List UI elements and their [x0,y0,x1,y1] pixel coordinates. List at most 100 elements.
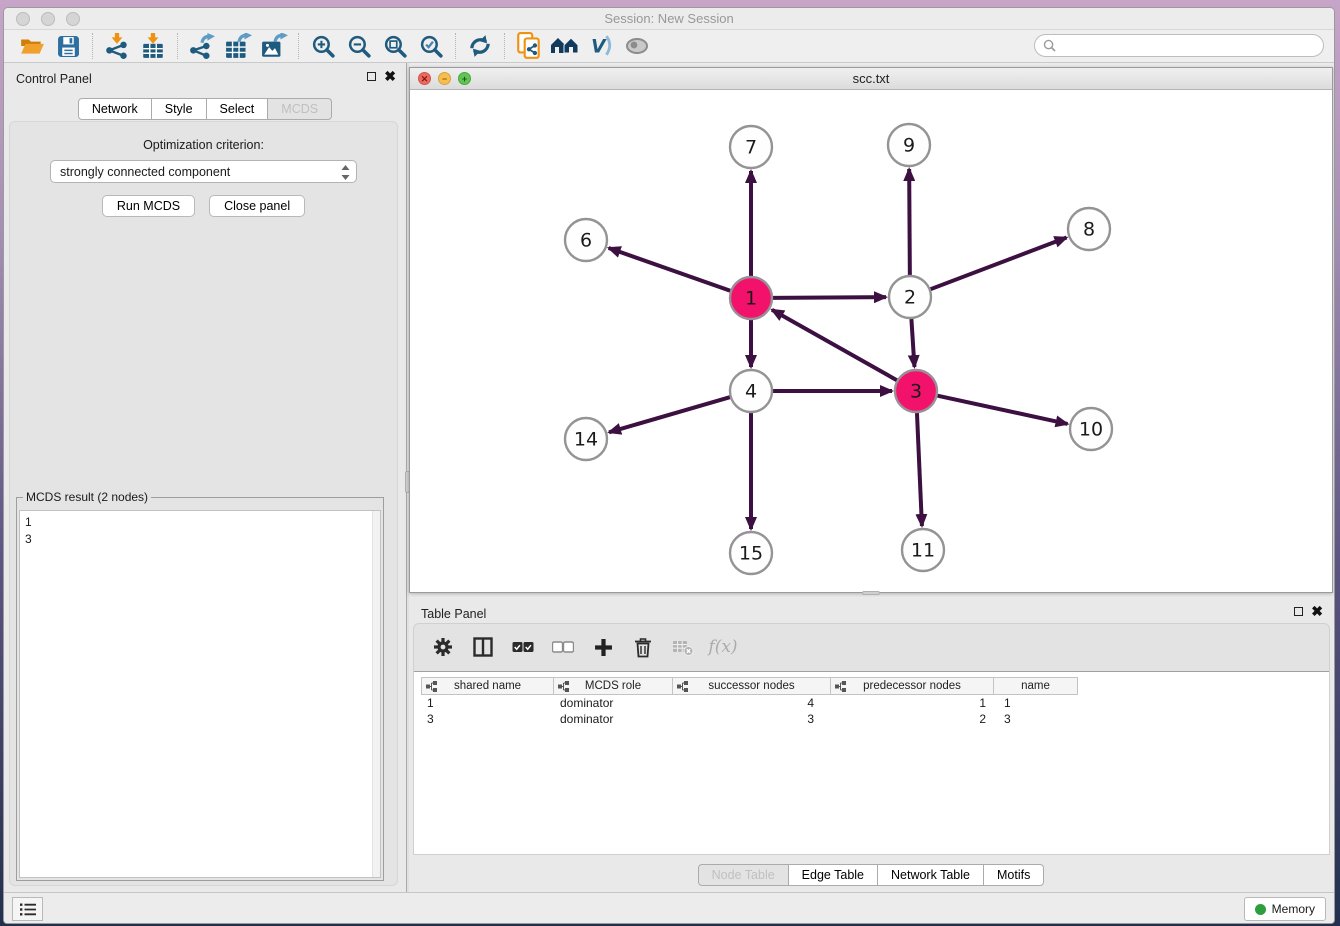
control-panel-title: Control Panel [16,72,92,86]
zoom-out-icon[interactable] [341,32,377,60]
cell-predecessor-nodes[interactable]: 2 [831,711,994,727]
memory-label: Memory [1272,902,1315,916]
import-table-icon[interactable] [135,32,171,60]
float-panel-icon[interactable] [367,72,376,81]
graph-edge-2-9[interactable] [909,169,910,275]
graph-edge-2-8[interactable] [931,238,1067,290]
graph-edge-4-14[interactable] [609,397,730,432]
tab-style[interactable]: Style [152,98,207,120]
cell-mcds-role[interactable]: dominator [554,711,673,727]
result-scrollbar[interactable] [372,511,380,877]
task-history-button[interactable] [12,897,43,921]
graph-edge-3-1[interactable] [772,310,897,380]
zoom-fit-icon[interactable] [377,32,413,60]
graph-edge-1-6[interactable] [609,248,731,291]
cell-name[interactable]: 1 [994,695,1078,711]
column-type-icon [558,681,569,692]
network-window-title: scc.txt [410,71,1332,86]
import-network-icon[interactable] [99,32,135,60]
cell-mcds-role[interactable]: dominator [554,695,673,711]
close-panel-icon[interactable]: ✖ [384,71,396,81]
cell-shared-name[interactable]: 3 [421,711,554,727]
network-canvas[interactable]: 7968124314101511 [410,90,1332,592]
table-row[interactable]: 1 dominator 4 1 1 [421,695,1078,711]
app-title: Session: New Session [4,11,1334,26]
control-panel-header: Control Panel ✖ [4,63,406,93]
tab-select[interactable]: Select [207,98,269,120]
optimization-criterion-select[interactable]: strongly connected component [50,160,357,183]
graph-node-label: 4 [745,381,757,403]
unselect-all-columns-icon[interactable] [550,634,576,660]
graph-edge-1-2[interactable] [773,297,886,298]
open-file-icon[interactable] [14,32,50,60]
cell-successor-nodes[interactable]: 3 [673,711,831,727]
graph-node-label: 3 [910,381,922,403]
export-image-icon[interactable] [256,32,292,60]
export-network-icon[interactable] [184,32,220,60]
graph-edge-3-10[interactable] [937,396,1067,424]
graph-edge-3-11[interactable] [917,413,922,526]
memory-button[interactable]: Memory [1244,897,1326,921]
mcds-result-list[interactable]: 1 3 [19,510,381,878]
tab-motifs[interactable]: Motifs [984,864,1044,886]
graph-node-label: 6 [580,230,592,252]
column-header-mcds-role[interactable]: MCDS role [554,677,673,695]
table-row[interactable]: 3 dominator 3 2 3 [421,711,1078,727]
table-panel: Table Panel ✖ [409,598,1333,892]
split-handle[interactable] [862,591,880,595]
mcds-result-title: MCDS result (2 nodes) [23,490,151,504]
toolbar-separator [298,33,299,59]
select-all-columns-icon[interactable] [510,634,536,660]
app-titlebar: Session: New Session [4,8,1334,30]
graph-node-label: 11 [911,540,935,562]
settings-gear-icon[interactable] [430,634,456,660]
table-toolbar: f(x) [414,624,1329,670]
add-column-icon[interactable] [590,634,616,660]
duplicate-network-icon[interactable] [511,32,547,60]
column-header-name[interactable]: name [994,677,1078,695]
column-header-shared-name[interactable]: shared name [421,677,554,695]
cell-shared-name[interactable]: 1 [421,695,554,711]
delete-column-icon[interactable] [630,634,656,660]
toolbar-separator [455,33,456,59]
run-mcds-button[interactable]: Run MCDS [102,195,195,217]
column-header-predecessor-nodes[interactable]: predecessor nodes [831,677,994,695]
tab-mcds[interactable]: MCDS [268,98,332,120]
float-panel-icon[interactable] [1294,607,1303,616]
graph-node-label: 10 [1079,419,1103,441]
cell-successor-nodes[interactable]: 4 [673,695,831,711]
result-line: 1 [25,514,375,531]
network-window-titlebar[interactable]: ✕ − + scc.txt [410,68,1332,90]
vizmapper-icon[interactable]: V [583,32,619,60]
graph-edge-2-3[interactable] [911,319,914,367]
main-toolbar: V [4,30,1334,63]
delete-table-icon [670,634,696,660]
export-table-icon[interactable] [220,32,256,60]
close-panel-button[interactable]: Close panel [209,195,305,217]
cell-name[interactable]: 3 [994,711,1078,727]
home-icon[interactable] [547,32,583,60]
column-type-icon [677,681,688,692]
cell-predecessor-nodes[interactable]: 1 [831,695,994,711]
tab-node-table[interactable]: Node Table [698,864,789,886]
tab-network[interactable]: Network [78,98,152,120]
zoom-in-icon[interactable] [305,32,341,60]
optimization-criterion-label: Optimization criterion: [10,138,397,152]
column-header-successor-nodes[interactable]: successor nodes [673,677,831,695]
graph-node-label: 15 [739,543,763,565]
refresh-view-icon[interactable] [462,32,498,60]
tab-network-table[interactable]: Network Table [878,864,984,886]
show-columns-icon[interactable] [470,634,496,660]
network-graph[interactable]: 7968124314101511 [410,90,1332,593]
search-field[interactable] [1034,34,1324,57]
column-type-icon [426,681,437,692]
zoom-selected-icon[interactable] [413,32,449,60]
hide-panel-eye-icon[interactable] [619,32,655,60]
table-tabs: Node Table Edge Table Network Table Moti… [409,864,1333,886]
close-panel-icon[interactable]: ✖ [1311,606,1323,616]
search-icon [1043,39,1056,52]
search-input[interactable] [1061,39,1323,53]
save-session-icon[interactable] [50,32,86,60]
node-table[interactable]: shared name MCDS role successor nodes [421,677,1078,727]
tab-edge-table[interactable]: Edge Table [789,864,878,886]
